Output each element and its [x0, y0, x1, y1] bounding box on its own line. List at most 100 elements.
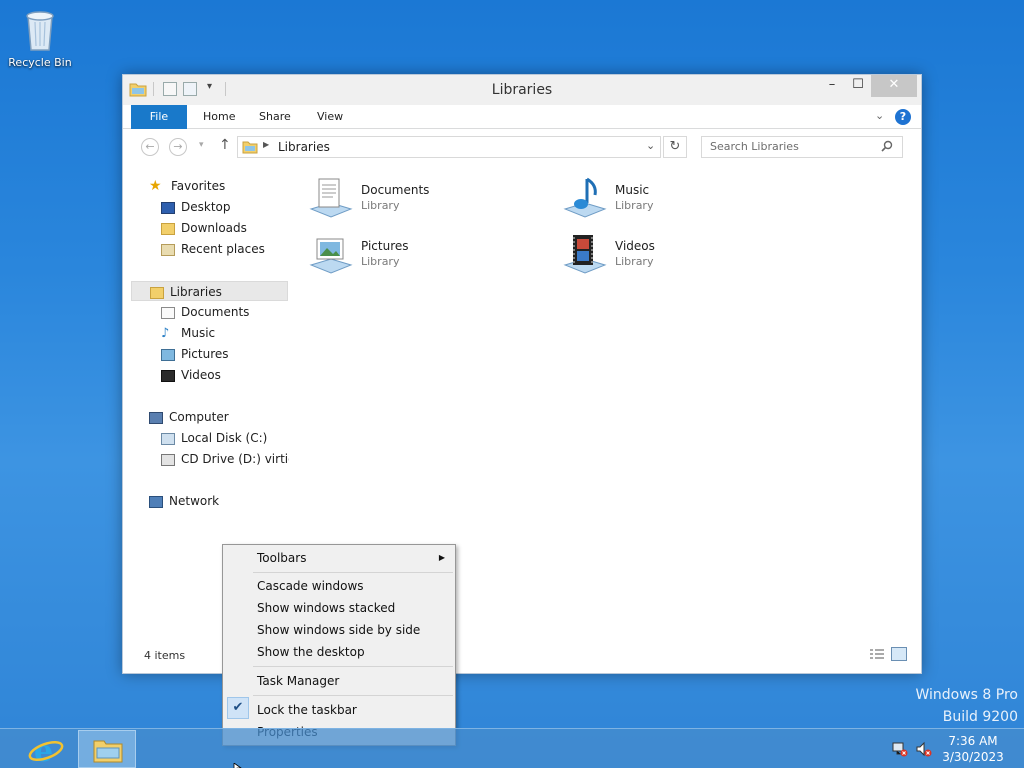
nav-label: Videos	[181, 368, 221, 382]
recycle-bin-icon	[20, 6, 60, 54]
clock-date: 3/30/2023	[942, 750, 1004, 764]
music-library-icon	[561, 175, 607, 221]
menu-item-show-windows-stacked[interactable]: Show windows stacked	[225, 597, 453, 619]
libraries-icon	[150, 286, 164, 299]
menu-item-show-desktop[interactable]: Show the desktop	[225, 641, 453, 663]
nav-label: CD Drive (D:) virtio-w	[181, 452, 289, 466]
nav-desktop[interactable]: Desktop	[161, 197, 331, 217]
item-type: Library	[361, 199, 400, 212]
expand-ribbon-icon[interactable]: ⌄	[875, 109, 884, 122]
library-item-music[interactable]: Music Library	[561, 175, 791, 223]
nav-label: Documents	[181, 305, 250, 319]
libraries-icon	[242, 140, 258, 154]
system-clock[interactable]: 7:36 AM 3/30/2023	[938, 733, 1008, 765]
tab-file[interactable]: File	[131, 105, 187, 129]
svg-text:e: e	[34, 734, 53, 767]
nav-documents[interactable]: Documents	[161, 302, 331, 322]
network-status-icon[interactable]	[892, 741, 908, 757]
menu-item-lock-taskbar[interactable]: Lock the taskbar	[225, 699, 453, 721]
item-type: Library	[615, 255, 654, 268]
nav-videos[interactable]: Videos	[161, 365, 331, 385]
star-icon: ★	[149, 177, 162, 194]
nav-label: Computer	[169, 410, 229, 424]
breadcrumb-chevron-icon[interactable]: ▶	[263, 140, 269, 149]
drive-icon	[161, 432, 175, 445]
close-button[interactable]: ✕	[871, 75, 917, 97]
refresh-button[interactable]: ↻	[663, 136, 687, 158]
menu-separator	[253, 572, 453, 573]
nav-music[interactable]: ♪ Music	[161, 323, 331, 343]
help-icon[interactable]: ?	[895, 109, 911, 125]
cd-drive-icon	[161, 453, 175, 466]
nav-label: Local Disk (C:)	[181, 431, 268, 445]
nav-downloads[interactable]: Downloads	[161, 218, 331, 238]
menu-item-show-windows-side-by-side[interactable]: Show windows side by side	[225, 619, 453, 641]
address-bar[interactable]: ▶ Libraries ⌄	[237, 136, 661, 158]
nav-label: Recent places	[181, 242, 265, 256]
status-item-count: 4 items	[144, 649, 186, 662]
tab-view[interactable]: View	[303, 105, 357, 129]
picture-icon	[161, 348, 175, 361]
taskbar[interactable]: e 7:36 AM 3/30/2023	[0, 728, 1024, 768]
library-item-pictures[interactable]: Pictures Library	[307, 231, 537, 279]
watermark-build: Build 9200	[942, 709, 1018, 725]
item-type: Library	[615, 199, 654, 212]
menu-item-cascade-windows[interactable]: Cascade windows	[225, 575, 453, 597]
nav-pictures[interactable]: Pictures	[161, 344, 331, 364]
videos-library-icon	[561, 231, 607, 277]
nav-label: Pictures	[181, 347, 229, 361]
back-button[interactable]: ←	[141, 138, 159, 156]
forward-button[interactable]: →	[169, 138, 187, 156]
pictures-library-icon	[307, 231, 353, 277]
recycle-bin-label: Recycle Bin	[8, 56, 72, 69]
recent-places-icon	[161, 243, 175, 256]
nav-recent-places[interactable]: Recent places	[161, 239, 331, 259]
nav-label: Downloads	[181, 221, 247, 235]
nav-label: Network	[169, 494, 220, 508]
clock-time: 7:36 AM	[948, 734, 998, 748]
up-button[interactable]: ↑	[219, 137, 231, 153]
os-watermark: Windows 8 Pro Build 9200	[915, 684, 1018, 728]
breadcrumb-libraries[interactable]: Libraries	[278, 140, 330, 154]
menu-label: Toolbars	[257, 551, 307, 565]
recycle-bin-shortcut[interactable]: Recycle Bin	[6, 6, 74, 69]
nav-label: Music	[181, 326, 216, 340]
nav-network[interactable]: Network	[149, 491, 319, 511]
navigation-bar: ← → ▾ ↑ ▶ Libraries ⌄ ↻ Search Libraries	[123, 130, 921, 164]
item-name: Music	[615, 183, 650, 197]
computer-icon	[149, 411, 163, 424]
title-bar[interactable]: ▾ Libraries – ☐ ✕	[123, 75, 921, 105]
tab-share[interactable]: Share	[245, 105, 305, 129]
menu-separator	[253, 695, 453, 696]
search-input[interactable]: Search Libraries	[701, 136, 903, 158]
recent-locations-icon[interactable]: ▾	[199, 140, 204, 150]
mouse-cursor-icon	[233, 760, 243, 768]
nav-libraries[interactable]: Libraries	[131, 281, 288, 301]
volume-muted-icon[interactable]	[916, 741, 932, 757]
document-icon	[161, 306, 175, 319]
tab-home[interactable]: Home	[189, 105, 249, 129]
nav-label: Desktop	[181, 200, 231, 214]
nav-label: Favorites	[171, 179, 226, 193]
library-item-documents[interactable]: Documents Library	[307, 175, 537, 223]
details-view-icon[interactable]	[869, 647, 885, 661]
menu-item-task-manager[interactable]: Task Manager	[225, 670, 453, 692]
nav-computer[interactable]: Computer	[149, 407, 319, 427]
minimize-button[interactable]: –	[819, 75, 845, 97]
address-dropdown-icon[interactable]: ⌄	[646, 139, 655, 152]
large-icons-view-icon[interactable]	[891, 647, 907, 661]
ribbon-tabs: File Home Share View ⌄ ?	[123, 105, 921, 129]
internet-explorer-icon[interactable]: e	[26, 733, 66, 768]
library-item-videos[interactable]: Videos Library	[561, 231, 791, 279]
nav-favorites[interactable]: ★ Favorites	[149, 176, 319, 196]
maximize-button[interactable]: ☐	[845, 75, 871, 97]
nav-local-disk[interactable]: Local Disk (C:)	[161, 428, 331, 448]
nav-label: Libraries	[170, 285, 222, 299]
nav-cd-drive[interactable]: CD Drive (D:) virtio-w	[161, 449, 289, 469]
music-note-icon: ♪	[161, 325, 170, 341]
item-name: Videos	[615, 239, 655, 253]
desktop-icon	[161, 201, 175, 214]
watermark-edition: Windows 8 Pro	[915, 687, 1018, 703]
menu-item-toolbars[interactable]: Toolbars ▶	[225, 547, 453, 569]
file-explorer-taskbar-button[interactable]	[78, 730, 136, 768]
